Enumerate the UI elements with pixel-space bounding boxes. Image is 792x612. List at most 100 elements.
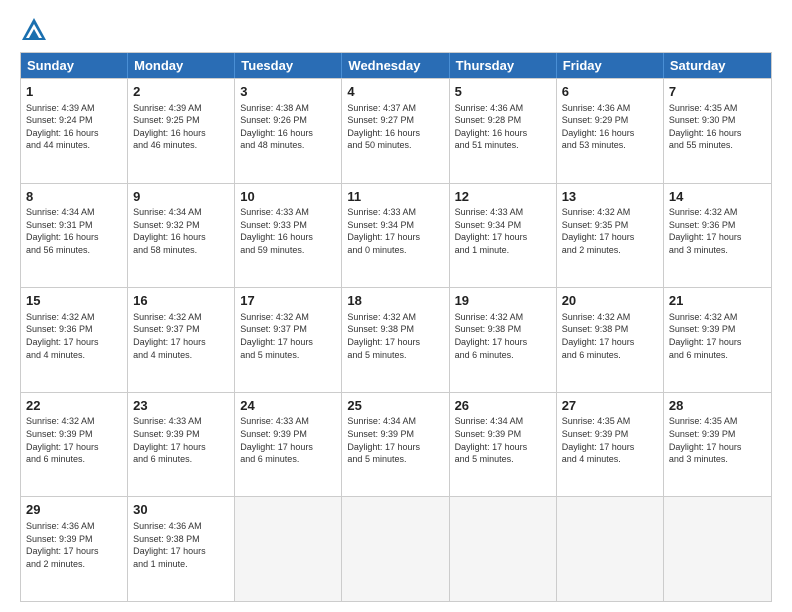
empty-cell xyxy=(342,497,449,601)
calendar-row-1: 1Sunrise: 4:39 AM Sunset: 9:24 PM Daylig… xyxy=(21,78,771,183)
day-number: 20 xyxy=(562,292,658,310)
day-cell-12: 12Sunrise: 4:33 AM Sunset: 9:34 PM Dayli… xyxy=(450,184,557,288)
calendar-row-2: 8Sunrise: 4:34 AM Sunset: 9:31 PM Daylig… xyxy=(21,183,771,288)
day-info: Sunrise: 4:38 AM Sunset: 9:26 PM Dayligh… xyxy=(240,102,336,152)
day-number: 14 xyxy=(669,188,766,206)
day-number: 25 xyxy=(347,397,443,415)
day-info: Sunrise: 4:35 AM Sunset: 9:39 PM Dayligh… xyxy=(669,415,766,465)
day-number: 3 xyxy=(240,83,336,101)
day-number: 18 xyxy=(347,292,443,310)
header-day-tuesday: Tuesday xyxy=(235,53,342,78)
day-info: Sunrise: 4:32 AM Sunset: 9:39 PM Dayligh… xyxy=(26,415,122,465)
day-number: 27 xyxy=(562,397,658,415)
day-cell-28: 28Sunrise: 4:35 AM Sunset: 9:39 PM Dayli… xyxy=(664,393,771,497)
empty-cell xyxy=(557,497,664,601)
day-info: Sunrise: 4:32 AM Sunset: 9:39 PM Dayligh… xyxy=(669,311,766,361)
day-cell-2: 2Sunrise: 4:39 AM Sunset: 9:25 PM Daylig… xyxy=(128,79,235,183)
header xyxy=(20,16,772,44)
day-cell-6: 6Sunrise: 4:36 AM Sunset: 9:29 PM Daylig… xyxy=(557,79,664,183)
day-info: Sunrise: 4:35 AM Sunset: 9:39 PM Dayligh… xyxy=(562,415,658,465)
day-info: Sunrise: 4:37 AM Sunset: 9:27 PM Dayligh… xyxy=(347,102,443,152)
header-day-monday: Monday xyxy=(128,53,235,78)
day-cell-27: 27Sunrise: 4:35 AM Sunset: 9:39 PM Dayli… xyxy=(557,393,664,497)
day-info: Sunrise: 4:39 AM Sunset: 9:24 PM Dayligh… xyxy=(26,102,122,152)
day-info: Sunrise: 4:34 AM Sunset: 9:31 PM Dayligh… xyxy=(26,206,122,256)
header-day-sunday: Sunday xyxy=(21,53,128,78)
day-cell-14: 14Sunrise: 4:32 AM Sunset: 9:36 PM Dayli… xyxy=(664,184,771,288)
day-number: 21 xyxy=(669,292,766,310)
calendar: SundayMondayTuesdayWednesdayThursdayFrid… xyxy=(20,52,772,602)
day-cell-3: 3Sunrise: 4:38 AM Sunset: 9:26 PM Daylig… xyxy=(235,79,342,183)
day-cell-26: 26Sunrise: 4:34 AM Sunset: 9:39 PM Dayli… xyxy=(450,393,557,497)
calendar-row-4: 22Sunrise: 4:32 AM Sunset: 9:39 PM Dayli… xyxy=(21,392,771,497)
day-cell-25: 25Sunrise: 4:34 AM Sunset: 9:39 PM Dayli… xyxy=(342,393,449,497)
day-info: Sunrise: 4:32 AM Sunset: 9:38 PM Dayligh… xyxy=(347,311,443,361)
day-cell-24: 24Sunrise: 4:33 AM Sunset: 9:39 PM Dayli… xyxy=(235,393,342,497)
day-number: 12 xyxy=(455,188,551,206)
header-day-wednesday: Wednesday xyxy=(342,53,449,78)
day-cell-15: 15Sunrise: 4:32 AM Sunset: 9:36 PM Dayli… xyxy=(21,288,128,392)
day-number: 6 xyxy=(562,83,658,101)
day-number: 8 xyxy=(26,188,122,206)
day-cell-16: 16Sunrise: 4:32 AM Sunset: 9:37 PM Dayli… xyxy=(128,288,235,392)
day-info: Sunrise: 4:34 AM Sunset: 9:39 PM Dayligh… xyxy=(347,415,443,465)
day-number: 29 xyxy=(26,501,122,519)
day-number: 28 xyxy=(669,397,766,415)
calendar-row-3: 15Sunrise: 4:32 AM Sunset: 9:36 PM Dayli… xyxy=(21,287,771,392)
day-cell-29: 29Sunrise: 4:36 AM Sunset: 9:39 PM Dayli… xyxy=(21,497,128,601)
day-number: 22 xyxy=(26,397,122,415)
day-number: 4 xyxy=(347,83,443,101)
day-number: 5 xyxy=(455,83,551,101)
day-cell-4: 4Sunrise: 4:37 AM Sunset: 9:27 PM Daylig… xyxy=(342,79,449,183)
empty-cell xyxy=(235,497,342,601)
day-cell-11: 11Sunrise: 4:33 AM Sunset: 9:34 PM Dayli… xyxy=(342,184,449,288)
empty-cell xyxy=(450,497,557,601)
header-day-thursday: Thursday xyxy=(450,53,557,78)
day-number: 2 xyxy=(133,83,229,101)
day-info: Sunrise: 4:32 AM Sunset: 9:36 PM Dayligh… xyxy=(26,311,122,361)
day-info: Sunrise: 4:33 AM Sunset: 9:39 PM Dayligh… xyxy=(240,415,336,465)
day-cell-7: 7Sunrise: 4:35 AM Sunset: 9:30 PM Daylig… xyxy=(664,79,771,183)
day-number: 23 xyxy=(133,397,229,415)
day-info: Sunrise: 4:32 AM Sunset: 9:38 PM Dayligh… xyxy=(455,311,551,361)
day-cell-13: 13Sunrise: 4:32 AM Sunset: 9:35 PM Dayli… xyxy=(557,184,664,288)
header-day-saturday: Saturday xyxy=(664,53,771,78)
page: SundayMondayTuesdayWednesdayThursdayFrid… xyxy=(0,0,792,612)
day-cell-5: 5Sunrise: 4:36 AM Sunset: 9:28 PM Daylig… xyxy=(450,79,557,183)
day-cell-30: 30Sunrise: 4:36 AM Sunset: 9:38 PM Dayli… xyxy=(128,497,235,601)
day-number: 16 xyxy=(133,292,229,310)
calendar-body: 1Sunrise: 4:39 AM Sunset: 9:24 PM Daylig… xyxy=(21,78,771,601)
day-number: 13 xyxy=(562,188,658,206)
day-cell-18: 18Sunrise: 4:32 AM Sunset: 9:38 PM Dayli… xyxy=(342,288,449,392)
logo-icon xyxy=(20,16,48,44)
day-info: Sunrise: 4:33 AM Sunset: 9:39 PM Dayligh… xyxy=(133,415,229,465)
header-day-friday: Friday xyxy=(557,53,664,78)
day-number: 24 xyxy=(240,397,336,415)
day-number: 15 xyxy=(26,292,122,310)
day-number: 7 xyxy=(669,83,766,101)
day-number: 19 xyxy=(455,292,551,310)
day-number: 26 xyxy=(455,397,551,415)
empty-cell xyxy=(664,497,771,601)
day-info: Sunrise: 4:35 AM Sunset: 9:30 PM Dayligh… xyxy=(669,102,766,152)
day-number: 10 xyxy=(240,188,336,206)
day-cell-20: 20Sunrise: 4:32 AM Sunset: 9:38 PM Dayli… xyxy=(557,288,664,392)
calendar-header: SundayMondayTuesdayWednesdayThursdayFrid… xyxy=(21,53,771,78)
day-number: 1 xyxy=(26,83,122,101)
day-cell-9: 9Sunrise: 4:34 AM Sunset: 9:32 PM Daylig… xyxy=(128,184,235,288)
day-info: Sunrise: 4:33 AM Sunset: 9:33 PM Dayligh… xyxy=(240,206,336,256)
logo xyxy=(20,16,50,44)
day-cell-10: 10Sunrise: 4:33 AM Sunset: 9:33 PM Dayli… xyxy=(235,184,342,288)
day-info: Sunrise: 4:32 AM Sunset: 9:37 PM Dayligh… xyxy=(133,311,229,361)
day-number: 11 xyxy=(347,188,443,206)
day-info: Sunrise: 4:34 AM Sunset: 9:32 PM Dayligh… xyxy=(133,206,229,256)
day-info: Sunrise: 4:32 AM Sunset: 9:38 PM Dayligh… xyxy=(562,311,658,361)
day-info: Sunrise: 4:32 AM Sunset: 9:35 PM Dayligh… xyxy=(562,206,658,256)
calendar-row-5: 29Sunrise: 4:36 AM Sunset: 9:39 PM Dayli… xyxy=(21,496,771,601)
day-info: Sunrise: 4:34 AM Sunset: 9:39 PM Dayligh… xyxy=(455,415,551,465)
day-cell-1: 1Sunrise: 4:39 AM Sunset: 9:24 PM Daylig… xyxy=(21,79,128,183)
day-info: Sunrise: 4:36 AM Sunset: 9:29 PM Dayligh… xyxy=(562,102,658,152)
day-info: Sunrise: 4:33 AM Sunset: 9:34 PM Dayligh… xyxy=(347,206,443,256)
day-cell-22: 22Sunrise: 4:32 AM Sunset: 9:39 PM Dayli… xyxy=(21,393,128,497)
day-info: Sunrise: 4:39 AM Sunset: 9:25 PM Dayligh… xyxy=(133,102,229,152)
